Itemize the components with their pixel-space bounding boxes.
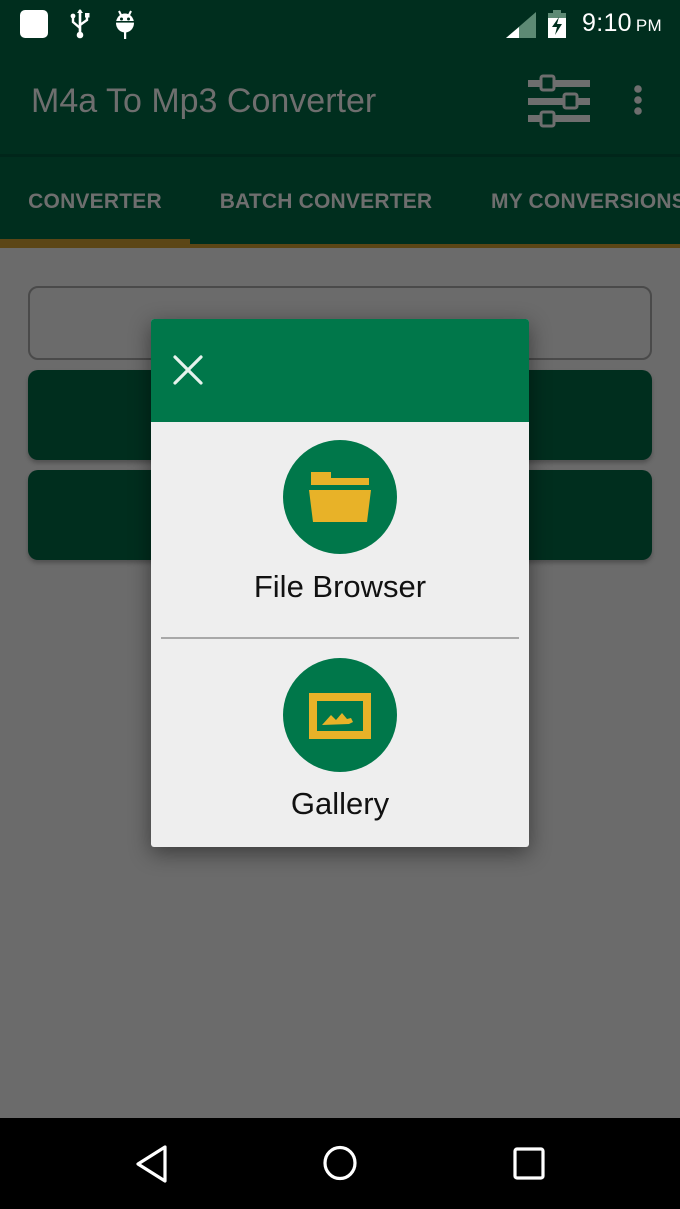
tune-icon[interactable]: [528, 72, 590, 128]
status-bar: 9:10 PM: [0, 0, 680, 50]
home-icon[interactable]: [315, 1140, 365, 1186]
system-nav-bar: [0, 1118, 680, 1209]
gallery-option[interactable]: Gallery: [151, 639, 529, 847]
app-title: M4a To Mp3 Converter: [31, 82, 377, 120]
notification-square-icon: [20, 10, 48, 38]
recents-icon[interactable]: [504, 1140, 554, 1186]
dialog-header: [151, 319, 529, 422]
image-icon: [309, 693, 371, 739]
tab-batch-converter[interactable]: BATCH CONVERTER: [190, 157, 462, 247]
tab-converter[interactable]: CONVERTER: [0, 157, 190, 247]
back-icon[interactable]: [126, 1140, 176, 1186]
tab-bar: CONVERTER BATCH CONVERTER MY CONVERSIONS: [0, 154, 680, 248]
gallery-label: Gallery: [290, 786, 390, 821]
source-picker-dialog: File Browser Gallery: [151, 319, 529, 847]
app-bar: M4a To Mp3 Converter: [0, 50, 680, 154]
folder-open-icon: [309, 472, 371, 522]
file-browser-icon-circle: [283, 440, 397, 554]
more-vert-icon[interactable]: [628, 80, 648, 120]
tab-active-indicator: [0, 239, 190, 248]
tab-my-conversions[interactable]: MY CONVERSIONS: [462, 157, 680, 247]
battery-charging-icon: [548, 10, 566, 38]
usb-icon: [70, 9, 90, 39]
android-debug-icon: [115, 10, 135, 39]
gallery-icon-circle: [283, 658, 397, 772]
status-clock: 9:10 PM: [582, 9, 662, 37]
close-icon[interactable]: [167, 349, 209, 391]
cell-signal-icon: [506, 12, 536, 38]
file-browser-option[interactable]: File Browser: [151, 422, 529, 637]
file-browser-label: File Browser: [253, 569, 427, 604]
